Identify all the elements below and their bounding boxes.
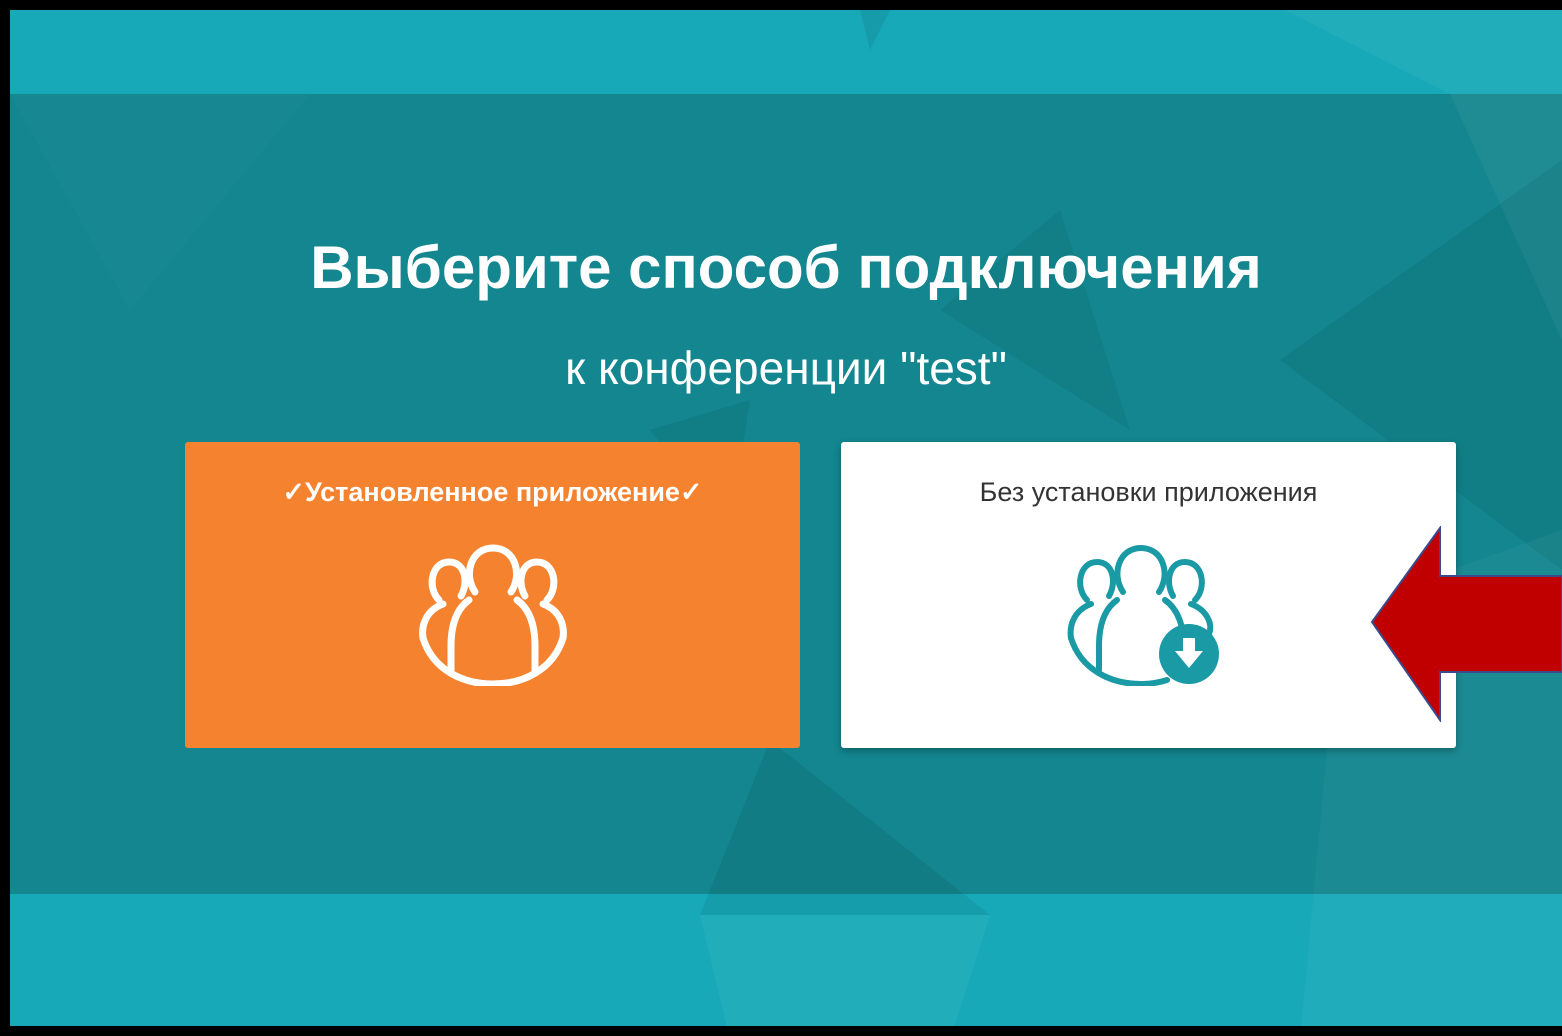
installed-app-option[interactable]: ✓Установленное приложение✓ xyxy=(185,442,800,748)
page-subtitle: к конференции "test" xyxy=(565,342,1007,394)
connection-page: Выберите способ подключения к конференци… xyxy=(0,0,1562,1036)
group-icon xyxy=(419,544,567,686)
annotation-arrow-icon xyxy=(1370,526,1562,722)
no-install-option[interactable]: Без установки приложения xyxy=(841,442,1456,748)
group-download-icon xyxy=(1067,545,1219,686)
installed-app-label: ✓Установленное приложение✓ xyxy=(282,477,703,507)
page-title: Выберите способ подключения xyxy=(310,234,1262,301)
no-install-label: Без установки приложения xyxy=(979,477,1318,507)
